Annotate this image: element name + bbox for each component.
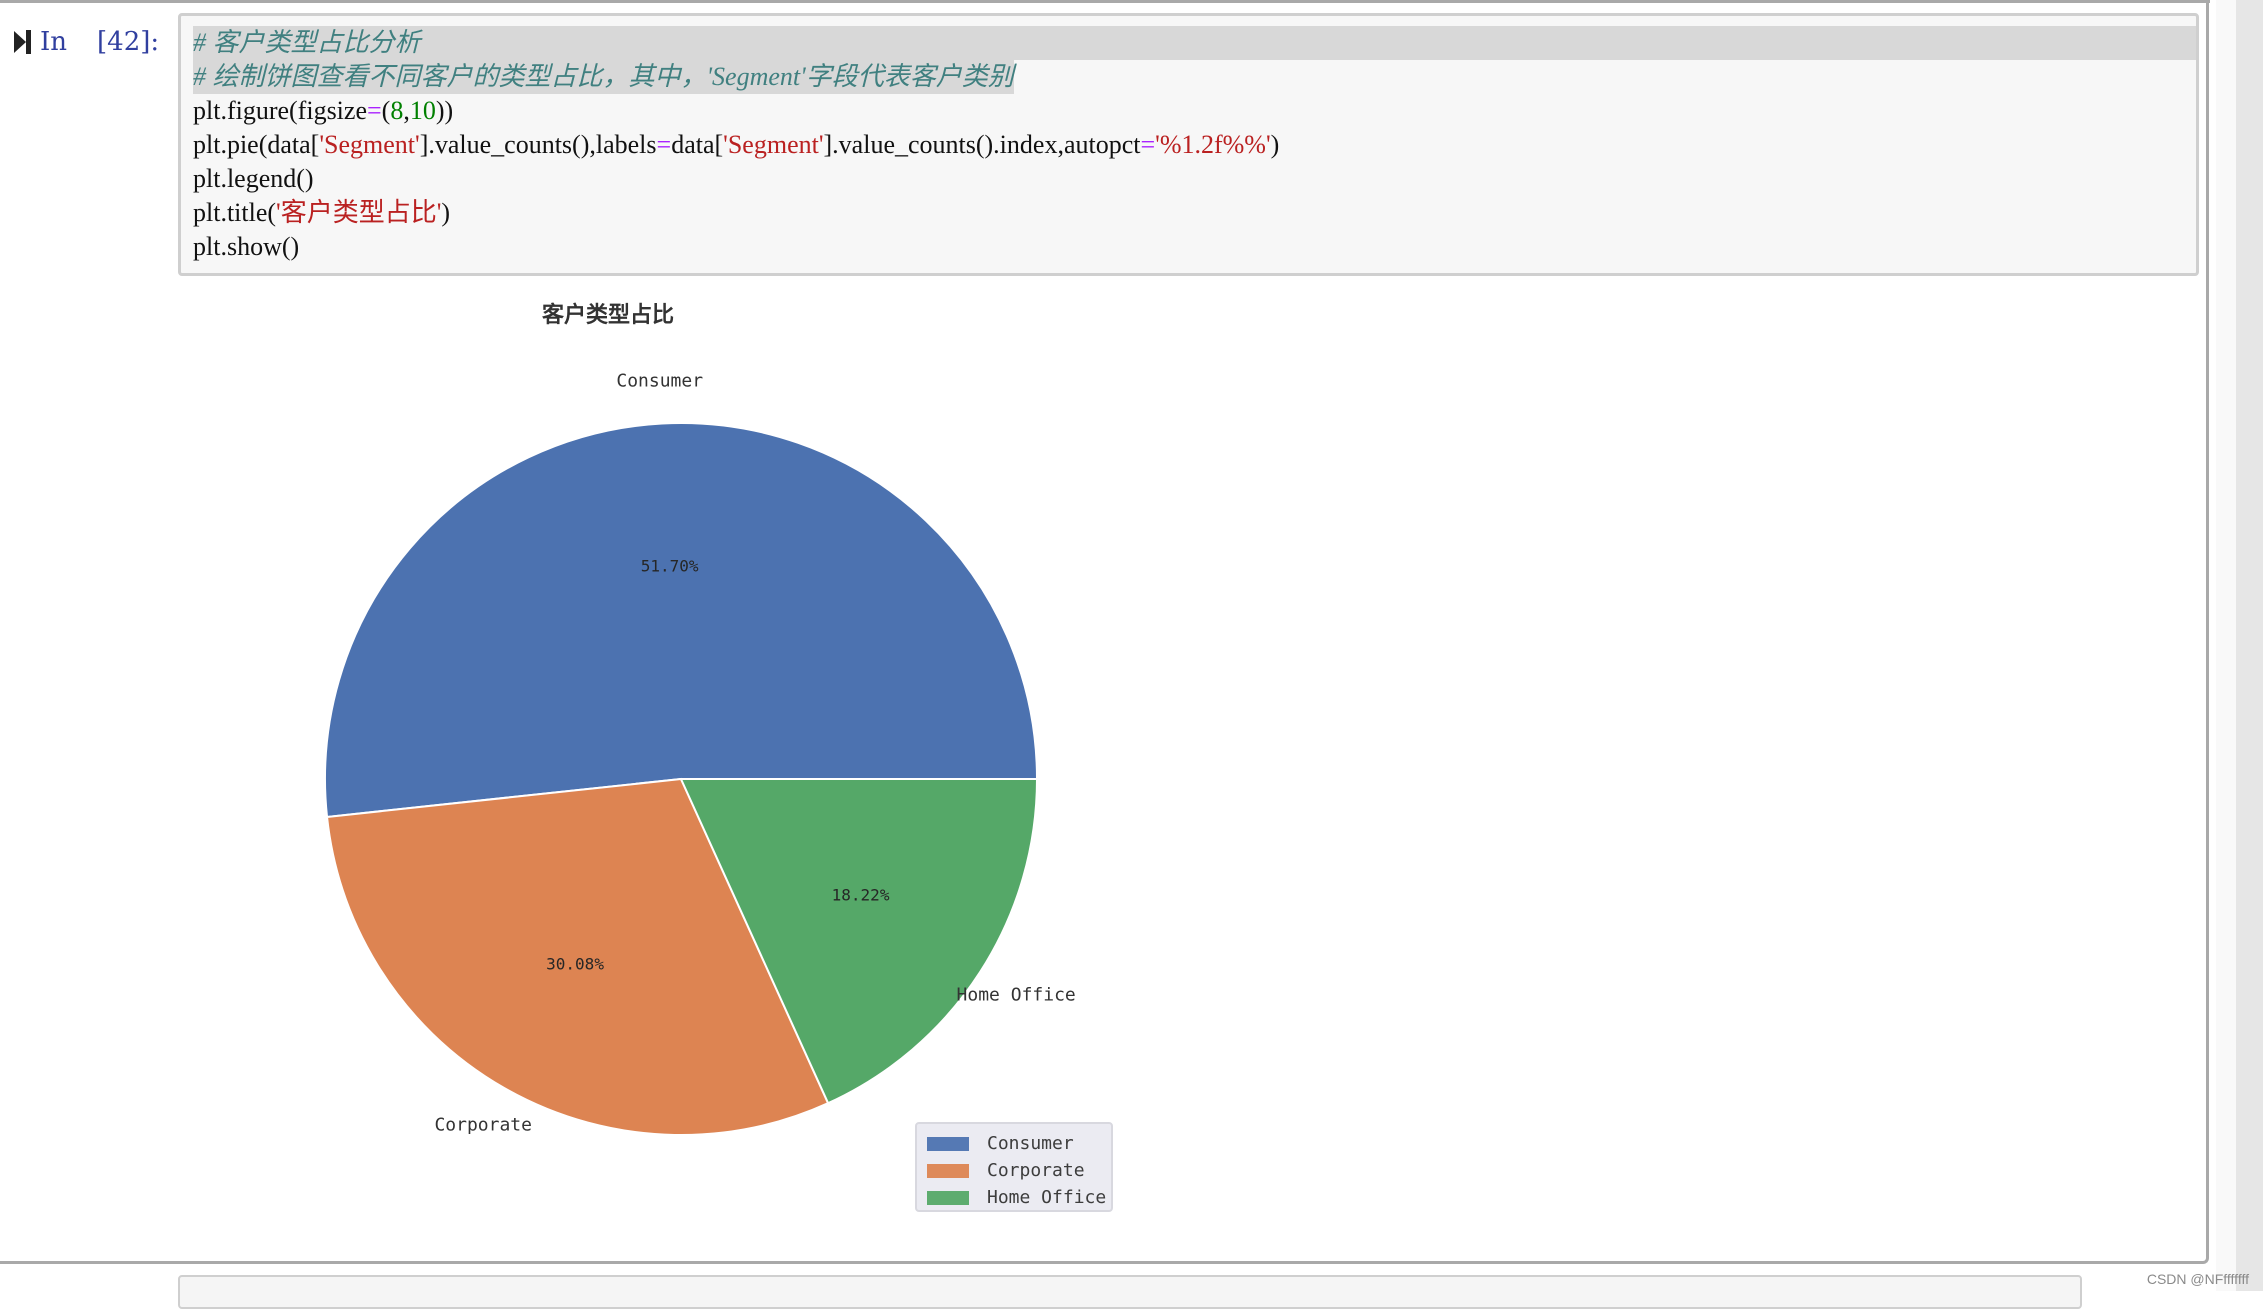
cell-output: 客户类型占比 Consumer 51.70% Corporate 30.08% Home… — [178, 285, 1278, 1225]
code-line: plt.figure(figsize=(8,10)) — [193, 94, 2184, 128]
pie-chart — [324, 422, 1039, 1136]
code-line: # 客户类型占比分析 — [193, 26, 2196, 60]
legend-swatch-home-office — [927, 1190, 969, 1205]
code-token: 'Segment' — [319, 130, 420, 159]
chart-title: 客户类型占比 — [541, 303, 674, 328]
code-token: # 客户类型占比分析 — [193, 28, 421, 57]
legend-label: Corporate — [987, 1160, 1085, 1181]
code-lines: # 客户类型占比分析 # 绘制饼图查看不同客户的类型占比，其中，'Segment'… — [193, 26, 2196, 264]
legend-label: Consumer — [987, 1133, 1074, 1154]
code-token: plt.pie(data[ — [193, 130, 320, 159]
chart-legend: Consumer Corporate Home Office — [915, 1122, 1113, 1212]
code-token: '客户类型占比' — [276, 198, 442, 227]
watermark: CSDN @NFfffffff — [2146, 1271, 2249, 1287]
code-token: = — [1140, 130, 1156, 159]
legend-item-consumer: Consumer — [927, 1130, 1111, 1157]
code-token: data[ — [671, 130, 724, 159]
scrollbar[interactable] — [2236, 0, 2263, 1291]
code-line: # 绘制饼图查看不同客户的类型占比，其中，'Segment'字段代表客户类别 — [193, 60, 2184, 94]
category-label: Corporate — [434, 1114, 532, 1136]
code-token: # 绘制饼图查看不同客户的类型占比，其中，'Segment'字段代表客户类别 — [193, 62, 1014, 91]
code-token: = — [367, 96, 382, 125]
code-editor[interactable]: # 客户类型占比分析 # 绘制饼图查看不同客户的类型占比，其中，'Segment'… — [178, 13, 2199, 276]
code-token: 8 — [390, 96, 404, 125]
code-token: ].value_counts(),labels — [419, 130, 657, 159]
category-label: Home Office — [956, 984, 1076, 1006]
legend-label: Home Office — [987, 1187, 1107, 1208]
code-token: plt.show() — [193, 232, 300, 261]
code-token: ) — [1270, 130, 1280, 159]
category-label: Consumer — [616, 370, 704, 392]
prompt-label: In — [40, 27, 68, 57]
scroll-gutter — [2216, 0, 2236, 1291]
input-prompt: In [42]: — [14, 24, 159, 60]
code-token: ].value_counts().index,autopct — [823, 130, 1141, 159]
code-token: plt.figure(figsize — [193, 96, 367, 125]
execution-count: [42]: — [97, 27, 160, 57]
next-code-cell[interactable] — [178, 1275, 2082, 1309]
run-cell-icon[interactable] — [14, 29, 32, 55]
code-line: plt.title('客户类型占比') — [193, 196, 2184, 230]
code-token: plt.title( — [193, 198, 277, 227]
code-token: '%1.2f%%' — [1155, 130, 1271, 159]
code-token: plt.legend() — [193, 164, 314, 193]
legend-item-home-office: Home Office — [927, 1184, 1111, 1211]
percent-label: 51.70% — [640, 556, 699, 576]
legend-swatch-corporate — [927, 1163, 969, 1178]
percent-label: 18.22% — [831, 885, 890, 905]
legend-item-corporate: Corporate — [927, 1157, 1111, 1184]
pie-slice-consumer — [324, 422, 1039, 819]
code-token: ) — [441, 198, 451, 227]
legend-swatch-consumer — [927, 1136, 969, 1151]
code-token: 10 — [409, 96, 436, 125]
code-line: plt.pie(data['Segment'].value_counts(),l… — [193, 128, 2184, 162]
code-line: plt.legend() — [193, 162, 2184, 196]
code-line: plt.show() — [193, 230, 2184, 264]
percent-label: 30.08% — [546, 954, 604, 974]
code-token: = — [656, 130, 672, 159]
code-token: )) — [435, 96, 454, 125]
code-token: 'Segment' — [723, 130, 824, 159]
